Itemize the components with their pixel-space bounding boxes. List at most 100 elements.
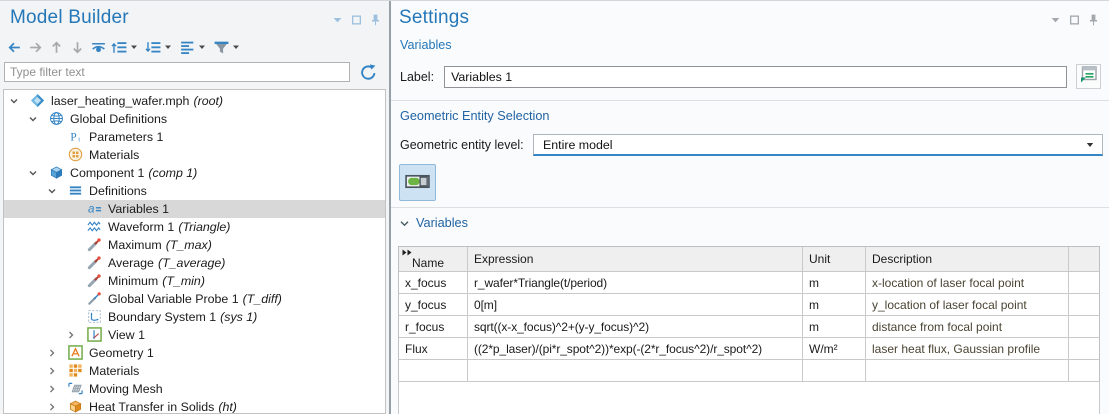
move-up-button[interactable] [46, 36, 67, 58]
label-input[interactable] [444, 66, 1067, 88]
tree-item[interactable]: Definitions [4, 182, 385, 200]
cell-description[interactable]: y_location of laser focal point [866, 294, 1069, 315]
tree-expander-icon[interactable] [44, 186, 60, 197]
move-down-button[interactable] [67, 36, 88, 58]
tree-item[interactable]: Waveform 1 (Triangle) [4, 218, 385, 236]
cell-name[interactable]: r_focus [399, 316, 468, 337]
show-icon [90, 39, 107, 56]
table-row[interactable] [399, 359, 1099, 381]
filter-button[interactable] [211, 36, 245, 58]
cell-expression[interactable]: ((2*p_laser)/(pi*r_spot^2))*exp(-(2*r_fo… [468, 338, 803, 359]
table-row[interactable]: r_focus sqrt((x-x_focus)^2+(y-y_focus)^2… [399, 315, 1099, 337]
tree-expander-icon[interactable] [63, 330, 79, 341]
cell-description[interactable]: distance from focal point [866, 316, 1069, 337]
collapse-all-button[interactable] [143, 36, 177, 58]
back-arrow-button[interactable] [4, 36, 25, 58]
cell-expression[interactable] [468, 360, 803, 381]
cell-expression[interactable]: sqrt((x-x_focus)^2+(y-y_focus)^2) [468, 316, 803, 337]
forward-arrow-button[interactable] [25, 36, 46, 58]
column-header-expression[interactable]: Expression [468, 247, 803, 271]
tree-expander-icon[interactable] [63, 312, 79, 323]
refresh-icon[interactable] [359, 63, 378, 82]
tree-expander-icon[interactable] [44, 384, 60, 395]
tree-item[interactable]: Minimum (T_min) [4, 272, 385, 290]
dropdown-caret-icon[interactable] [164, 43, 175, 51]
show-button[interactable] [88, 36, 109, 58]
tree-expander-icon[interactable] [63, 294, 79, 305]
tree-expander-icon[interactable] [44, 348, 60, 359]
cell-unit[interactable]: m [803, 272, 866, 293]
node-label-button[interactable] [177, 36, 211, 58]
tree-item[interactable]: laser_heating_wafer.mph (root) [4, 92, 385, 110]
tree-item[interactable]: View 1 [4, 326, 385, 344]
cell-expression[interactable]: 0[m] [468, 294, 803, 315]
tree-expander-icon[interactable] [63, 258, 79, 269]
tree-expander-icon[interactable] [6, 96, 22, 107]
tree-item[interactable]: Geometry 1 [4, 344, 385, 362]
tree-expander-icon[interactable] [25, 114, 41, 125]
tree-item[interactable]: Global Variable Probe 1 (T_diff) [4, 290, 385, 308]
tree-item[interactable]: Moving Mesh [4, 380, 385, 398]
cell-name[interactable]: Flux [399, 338, 468, 359]
tree-item[interactable]: a Variables 1 [4, 200, 385, 218]
tree-expander-icon[interactable] [63, 222, 79, 233]
materials-grid-icon [68, 363, 84, 379]
column-header-name[interactable]: Name [399, 247, 468, 271]
pin-icon[interactable] [370, 14, 381, 26]
panel-menu-icon[interactable] [332, 14, 343, 26]
cell-extra [1069, 316, 1099, 337]
cell-name[interactable]: y_focus [399, 294, 468, 315]
section-collapse-icon[interactable] [399, 218, 410, 229]
tree-item[interactable]: Heat Transfer in Solids (ht) [4, 398, 385, 414]
tree-item[interactable]: Materials [4, 362, 385, 380]
cell-unit[interactable] [803, 360, 866, 381]
dropdown-caret-icon[interactable] [232, 43, 243, 51]
table-row[interactable]: x_focus r_wafer*Triangle(t/period) m x-l… [399, 271, 1099, 293]
table-row[interactable]: Flux ((2*p_laser)/(pi*r_spot^2))*exp(-(2… [399, 337, 1099, 359]
filter-input[interactable] [4, 62, 350, 82]
cell-expression[interactable]: r_wafer*Triangle(t/period) [468, 272, 803, 293]
tree-expander-icon[interactable] [44, 150, 60, 161]
tree-expander-icon[interactable] [44, 366, 60, 377]
tree-item[interactable]: Global Definitions [4, 110, 385, 128]
settings-window-controls [1050, 14, 1099, 26]
panel-menu-icon[interactable] [1050, 14, 1061, 26]
cell-description[interactable] [866, 360, 1069, 381]
dropdown-caret-icon[interactable] [130, 43, 141, 51]
active-toggle-button[interactable] [399, 164, 436, 201]
tree-item[interactable]: Component 1 (comp 1) [4, 164, 385, 182]
rename-button[interactable] [1076, 64, 1101, 89]
tree-expander-icon[interactable] [63, 240, 79, 251]
tree-expander-icon[interactable] [44, 132, 60, 143]
float-icon[interactable] [351, 14, 362, 26]
tree-expander-icon[interactable] [44, 402, 60, 413]
tree-expander-icon[interactable] [63, 204, 79, 215]
variables-icon: a [87, 201, 103, 217]
tree-item[interactable]: Maximum (T_max) [4, 236, 385, 254]
label-field-label: Label: [400, 70, 434, 84]
cell-description[interactable]: laser heat flux, Gaussian profile [866, 338, 1069, 359]
expand-all-button[interactable] [109, 36, 143, 58]
cell-name[interactable] [399, 360, 468, 381]
settings-subtitle[interactable]: Variables [400, 38, 452, 52]
tree-item[interactable]: Average (T_average) [4, 254, 385, 272]
geometry-icon [68, 345, 84, 361]
cell-unit[interactable]: m [803, 316, 866, 337]
dropdown-caret-icon[interactable] [198, 43, 209, 51]
tree-item[interactable]: Pi Parameters 1 [4, 128, 385, 146]
cell-unit[interactable]: W/m² [803, 338, 866, 359]
tree-item[interactable]: Materials [4, 146, 385, 164]
entity-level-value: Entire model [543, 138, 613, 152]
tree-expander-icon[interactable] [25, 168, 41, 179]
float-icon[interactable] [1069, 14, 1080, 26]
column-header-description[interactable]: Description [866, 247, 1069, 271]
cell-unit[interactable]: m [803, 294, 866, 315]
cell-description[interactable]: x-location of laser focal point [866, 272, 1069, 293]
column-header-unit[interactable]: Unit [803, 247, 866, 271]
table-row[interactable]: y_focus 0[m] m y_location of laser focal… [399, 293, 1099, 315]
cell-name[interactable]: x_focus [399, 272, 468, 293]
entity-level-select[interactable]: Entire model [533, 134, 1103, 156]
pin-icon[interactable] [1088, 14, 1099, 26]
tree-expander-icon[interactable] [63, 276, 79, 287]
tree-item[interactable]: Boundary System 1 (sys 1) [4, 308, 385, 326]
